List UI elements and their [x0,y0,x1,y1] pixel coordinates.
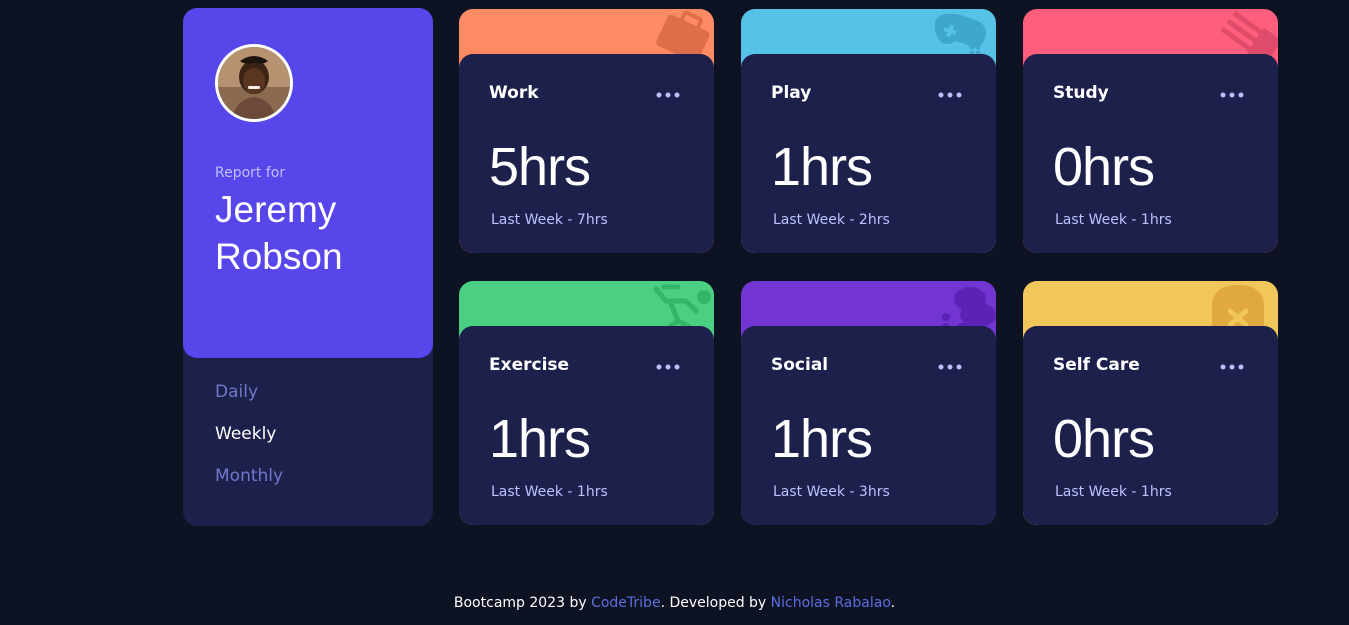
card-body: Exercise 1hrs Last Week - 1hrs [459,326,714,525]
ellipsis-icon[interactable] [656,358,680,376]
previous-hours: Last Week - 3hrs [773,484,890,500]
previous-hours: Last Week - 1hrs [1055,484,1172,500]
card-title: Work [489,83,539,103]
card-work: Work 5hrs Last Week - 7hrs [459,9,714,253]
card-title: Social [771,355,829,375]
current-hours: 1hrs [771,137,873,197]
card-body: Study 0hrs Last Week - 1hrs [1023,54,1278,253]
card-body: Social 1hrs Last Week - 3hrs [741,326,996,525]
period-weekly[interactable]: Weekly [215,424,276,444]
card-self-care: Self Care 0hrs Last Week - 1hrs [1023,281,1278,525]
codetribe-link[interactable]: CodeTribe [591,595,660,611]
report-for-label: Report for [215,165,286,181]
card-play: Play 1hrs Last Week - 2hrs [741,9,996,253]
card-body: Self Care 0hrs Last Week - 1hrs [1023,326,1278,525]
card-title: Study [1053,83,1109,103]
card-exercise: Exercise 1hrs Last Week - 1hrs [459,281,714,525]
card-social: Social 1hrs Last Week - 3hrs [741,281,996,525]
current-hours: 0hrs [1053,137,1155,197]
period-daily[interactable]: Daily [215,382,258,402]
card-study: Study 0hrs Last Week - 1hrs [1023,9,1278,253]
card-title: Self Care [1053,355,1140,375]
current-hours: 5hrs [489,137,591,197]
period-monthly[interactable]: Monthly [215,466,283,486]
ellipsis-icon[interactable] [656,86,680,104]
footer-suffix: . [890,595,896,611]
card-title: Play [771,83,812,103]
profile-card: Report for Jeremy Robson Daily Weekly Mo… [183,8,433,526]
profile-header: Report for Jeremy Robson [183,8,433,358]
previous-hours: Last Week - 2hrs [773,212,890,228]
current-hours: 1hrs [771,409,873,469]
author-link[interactable]: Nicholas Rabalao [771,595,891,611]
card-body: Work 5hrs Last Week - 7hrs [459,54,714,253]
ellipsis-icon[interactable] [938,86,962,104]
previous-hours: Last Week - 7hrs [491,212,608,228]
previous-hours: Last Week - 1hrs [491,484,608,500]
card-body: Play 1hrs Last Week - 2hrs [741,54,996,253]
ellipsis-icon[interactable] [1220,358,1244,376]
ellipsis-icon[interactable] [1220,86,1244,104]
footer-middle: . Developed by [660,595,771,611]
previous-hours: Last Week - 1hrs [1055,212,1172,228]
footer-prefix: Bootcamp 2023 by [453,595,592,611]
current-hours: 1hrs [489,409,591,469]
footer: Bootcamp 2023 by CodeTribe. Developed by… [0,595,1349,611]
avatar [215,44,293,122]
user-name: Jeremy Robson [215,189,343,277]
current-hours: 0hrs [1053,409,1155,469]
ellipsis-icon[interactable] [938,358,962,376]
card-title: Exercise [489,355,570,375]
